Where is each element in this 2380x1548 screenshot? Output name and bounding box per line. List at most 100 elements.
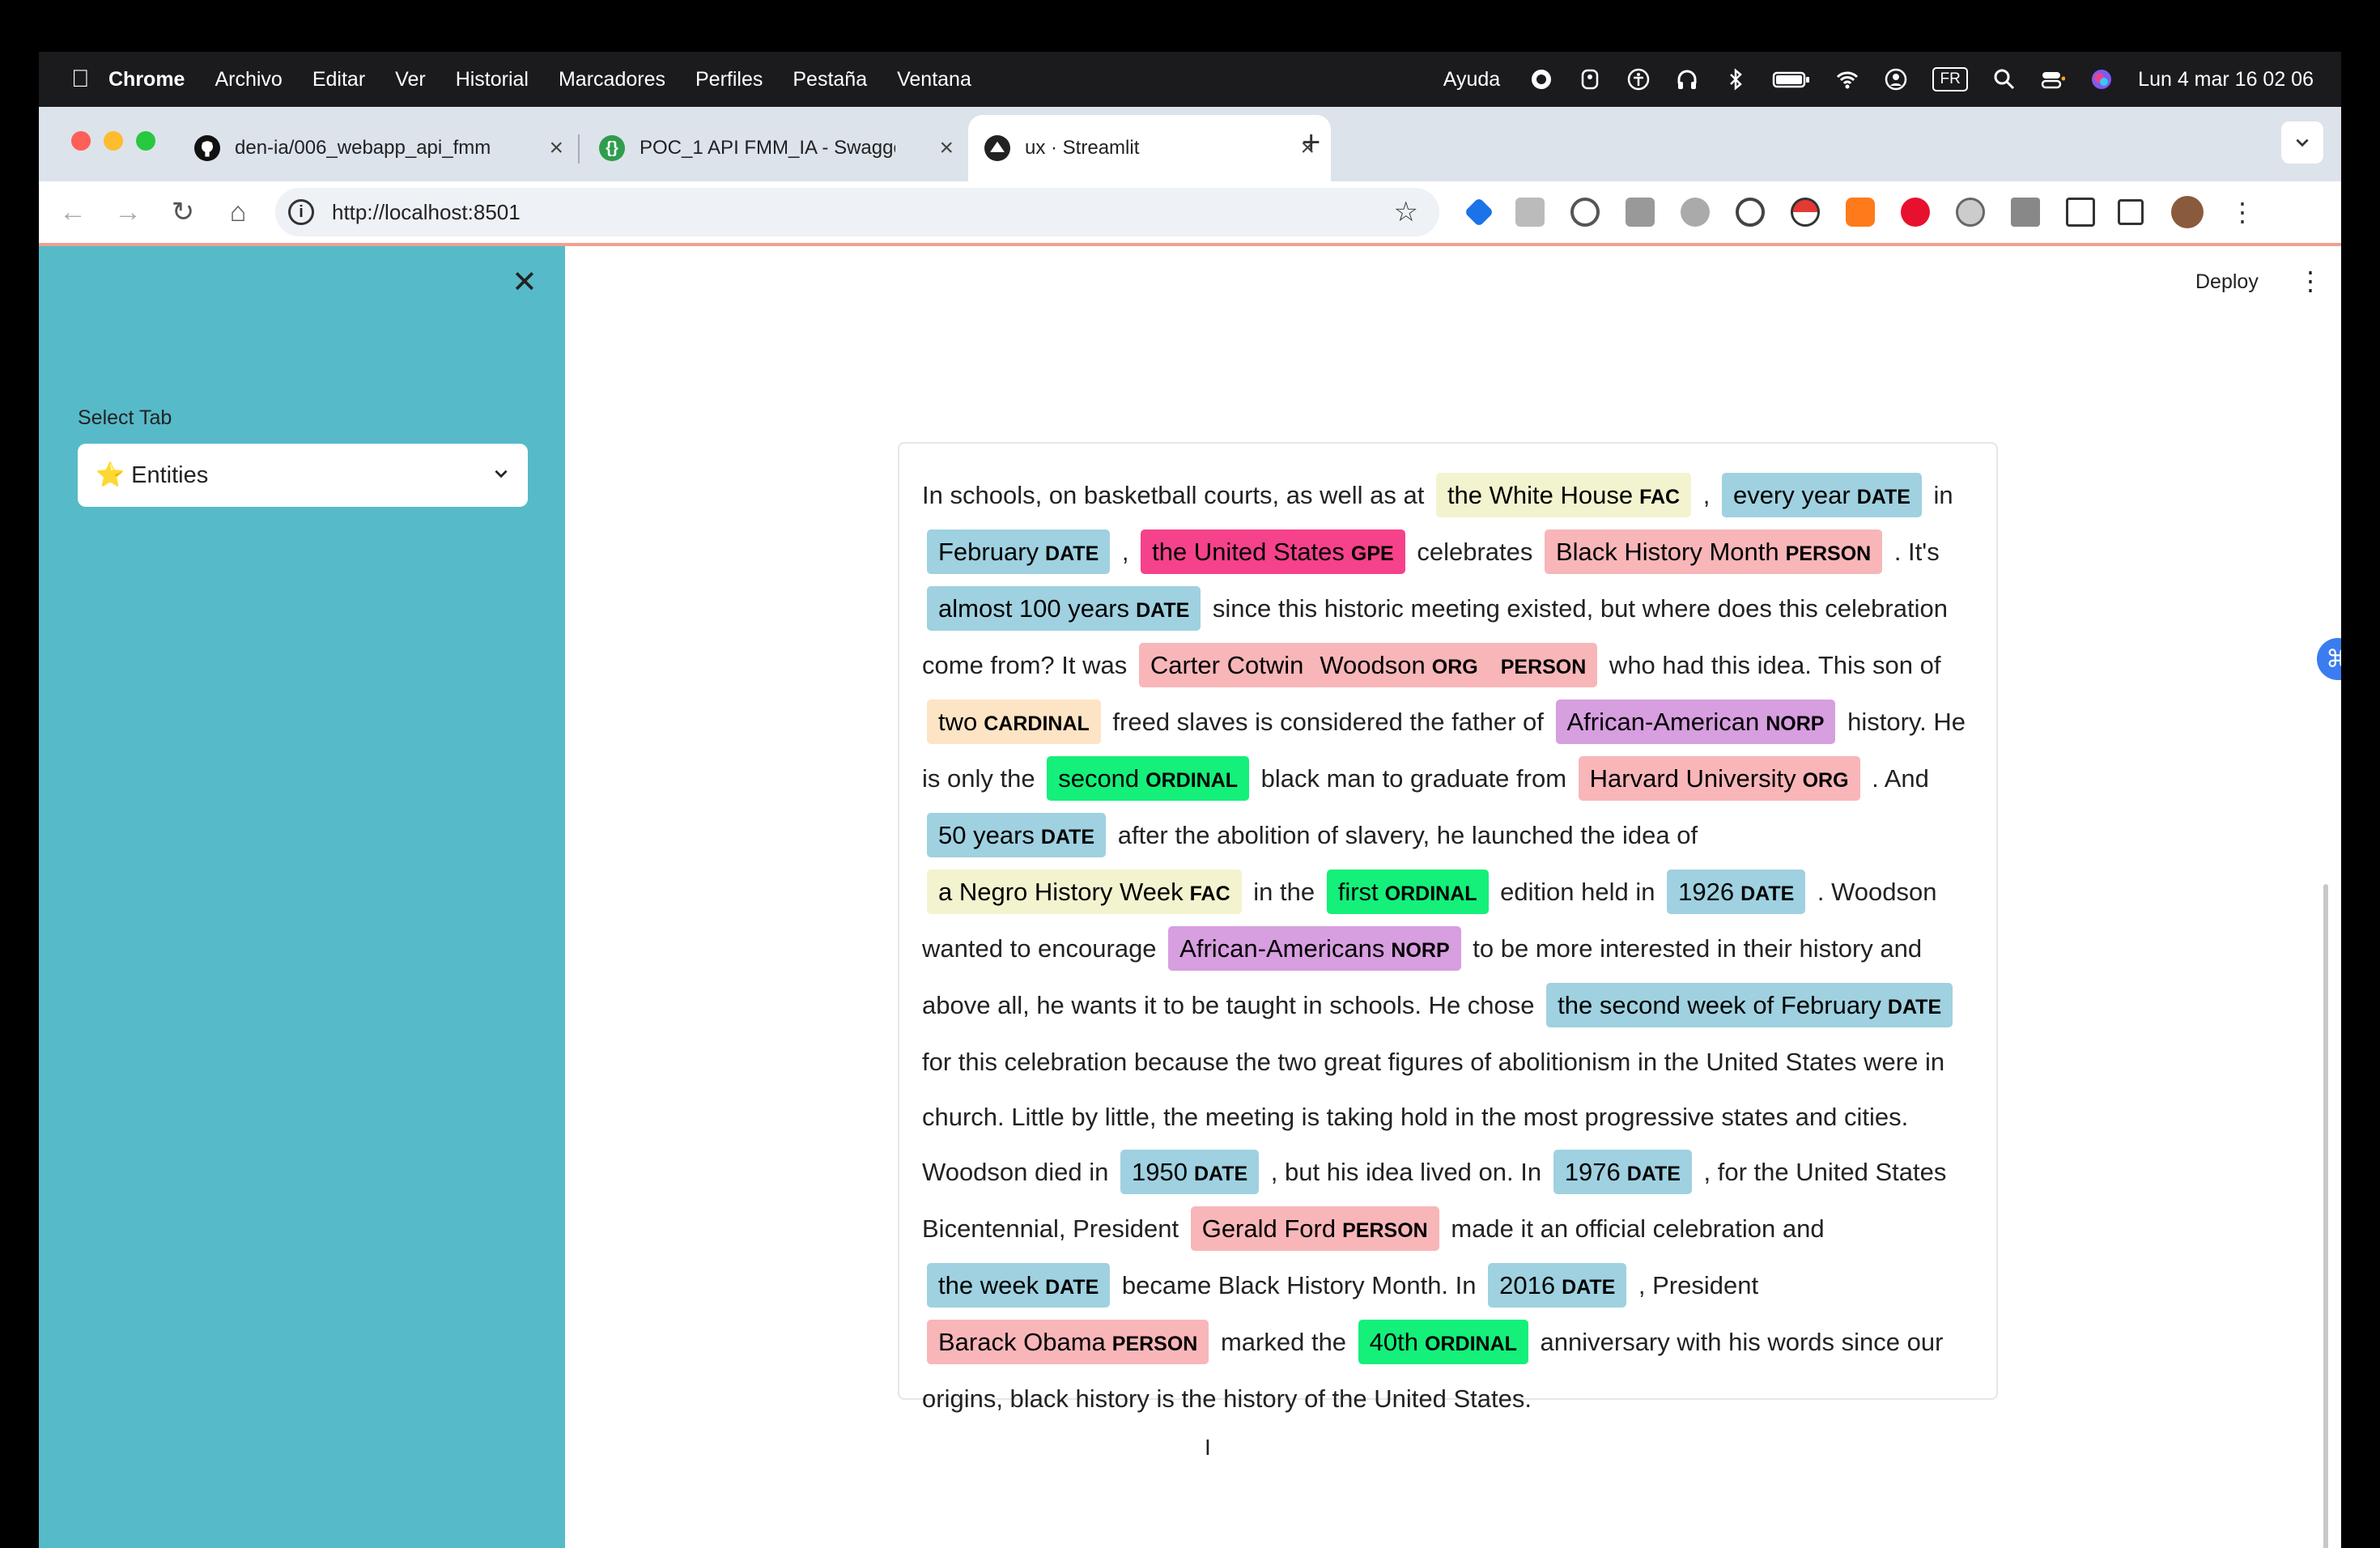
entity-text: 2016 <box>1499 1271 1556 1299</box>
plain-text: made it an official celebration and <box>1443 1214 1825 1243</box>
entity-fac: the White House FAC <box>1435 473 1692 517</box>
menu-marcadores[interactable]: Marcadores <box>559 68 665 91</box>
apple-icon[interactable]:  <box>71 66 108 93</box>
entity-label: DATE <box>1740 882 1795 905</box>
control-center-icon[interactable] <box>2041 67 2066 91</box>
site-info-icon[interactable]: i <box>288 199 314 225</box>
app-menu-icon[interactable]: ⋮ <box>2297 266 2323 296</box>
close-window-button[interactable] <box>71 131 91 151</box>
menu-archivo[interactable]: Archivo <box>215 68 282 91</box>
plain-text: freed slaves is considered the father of <box>1105 708 1551 736</box>
entity-label: DATE <box>1562 1276 1616 1299</box>
entity-text: the White House <box>1447 481 1634 509</box>
entity-label: FAC <box>1189 882 1230 905</box>
entity-text: 40th <box>1369 1328 1419 1356</box>
entity-label: DATE <box>1856 486 1910 508</box>
deploy-button[interactable]: Deploy <box>2195 270 2259 294</box>
record-icon[interactable] <box>1529 67 1553 91</box>
tab-search-button[interactable] <box>2281 121 2323 164</box>
address-bar[interactable]: i http://localhost:8501 ☆ <box>275 188 1439 236</box>
extensions-area <box>1464 197 2095 228</box>
profile-avatar[interactable] <box>2171 196 2204 228</box>
entity-text: February <box>938 538 1039 566</box>
spotlight-search-icon[interactable] <box>1992 67 2017 91</box>
extension-pokeball-icon[interactable] <box>1791 198 1820 227</box>
tab-swagger[interactable]: {} POC_1 API FMM_IA - Swagger × <box>583 115 970 181</box>
menu-perfiles[interactable]: Perfiles <box>695 68 763 91</box>
menu-ventana[interactable]: Ventana <box>897 68 971 91</box>
siri-icon[interactable] <box>2089 67 2114 91</box>
close-sidebar-icon[interactable]: ✕ <box>512 264 538 300</box>
extension-grey-icon[interactable] <box>1515 198 1545 227</box>
bluetooth-icon[interactable] <box>1723 67 1748 91</box>
entity-label: ORG <box>1802 769 1849 792</box>
extension-fox-icon[interactable] <box>1846 198 1875 227</box>
reload-button[interactable]: ↻ <box>155 196 210 228</box>
back-button[interactable]: ← <box>45 197 100 228</box>
wifi-icon[interactable] <box>1835 67 1859 91</box>
tab-label: den-ia/006_webapp_api_fmm <box>235 137 491 159</box>
entity-person: Carter Cotwin Woodson ORG PERSON <box>1138 643 1598 687</box>
command-icon[interactable]: ⌘ <box>2317 638 2341 680</box>
plain-text: after the abolition of slavery, he launc… <box>1111 821 1698 849</box>
zoom-window-button[interactable] <box>136 131 155 151</box>
tab-github[interactable]: den-ia/006_webapp_api_fmm × <box>178 115 580 181</box>
menu-editar[interactable]: Editar <box>312 68 365 91</box>
entity-text: a Negro History Week <box>938 878 1184 906</box>
input-source-icon[interactable]: FR <box>1932 67 1969 91</box>
plain-text: edition held in <box>1493 878 1663 906</box>
user-account-icon[interactable] <box>1884 67 1908 91</box>
close-tab-icon[interactable]: × <box>939 134 954 162</box>
url-text[interactable]: http://localhost:8501 <box>332 200 1394 225</box>
entity-text: 1950 <box>1131 1158 1188 1186</box>
battery-icon[interactable] <box>1772 67 1811 91</box>
side-panel-icon[interactable] <box>2118 199 2144 225</box>
headphones-icon[interactable] <box>1675 67 1699 91</box>
close-tab-icon[interactable]: × <box>549 134 563 162</box>
minimize-window-button[interactable] <box>104 131 123 151</box>
plain-text: . It's <box>1887 538 1940 566</box>
extension-bug-icon[interactable] <box>2011 198 2040 227</box>
entity-person: Gerald Ford PERSON <box>1190 1206 1439 1251</box>
extension-recycle-icon[interactable] <box>1570 198 1600 227</box>
select-tab-dropdown[interactable]: ⭐ Entities <box>78 444 528 507</box>
extension-circle-icon[interactable] <box>1736 198 1765 227</box>
extension-openai-icon[interactable] <box>1956 198 1985 227</box>
entity-date: 1926 DATE <box>1667 870 1806 914</box>
entity-label: ORDINAL <box>1145 769 1239 792</box>
extension-camera-icon[interactable] <box>1626 198 1655 227</box>
accessibility-person-icon[interactable] <box>1578 67 1602 91</box>
entity-text: the week <box>938 1271 1039 1299</box>
entity-ordinal: second ORDINAL <box>1047 756 1250 801</box>
extension-globe-icon[interactable] <box>1681 198 1710 227</box>
entity-label: DATE <box>1045 542 1099 565</box>
tab-streamlit[interactable]: ux · Streamlit × <box>968 115 1331 181</box>
extension-red-icon[interactable] <box>1901 198 1930 227</box>
menu-pestana[interactable]: Pestaña <box>793 68 867 91</box>
menu-ver[interactable]: Ver <box>395 68 426 91</box>
new-tab-button[interactable]: + <box>1302 125 1320 161</box>
entity-text: 1926 <box>1678 878 1735 906</box>
entity-label: ORDINAL <box>1384 882 1477 905</box>
extension-tag-icon[interactable] <box>1464 197 1494 228</box>
scrollbar[interactable] <box>2323 884 2328 1548</box>
entity-date: almost 100 years DATE <box>927 586 1201 631</box>
browser-menu-icon[interactable]: ⋮ <box>2229 197 2255 228</box>
entity-text: first <box>1337 878 1379 906</box>
forward-button[interactable]: → <box>100 197 155 228</box>
entity-person: Black History Month PERSON <box>1544 529 1883 574</box>
plain-text: black man to graduate from <box>1254 764 1574 793</box>
bookmark-star-icon[interactable]: ☆ <box>1394 196 1418 228</box>
extensions-puzzle-icon[interactable] <box>2066 198 2095 227</box>
menu-ayuda[interactable]: Ayuda <box>1443 68 1500 91</box>
home-button[interactable]: ⌂ <box>210 197 266 228</box>
menu-historial[interactable]: Historial <box>456 68 529 91</box>
entity-norp: African-Americans NORP <box>1168 926 1461 971</box>
entity-label: PERSON <box>1500 656 1587 678</box>
accessibility-icon[interactable] <box>1626 67 1651 91</box>
entity-label: DATE <box>1193 1163 1248 1185</box>
menu-app-chrome[interactable]: Chrome <box>108 68 185 91</box>
entity-date: every year DATE <box>1721 473 1922 517</box>
entity-date: 2016 DATE <box>1488 1263 1627 1308</box>
entity-norp: African-American NORP <box>1555 700 1836 744</box>
